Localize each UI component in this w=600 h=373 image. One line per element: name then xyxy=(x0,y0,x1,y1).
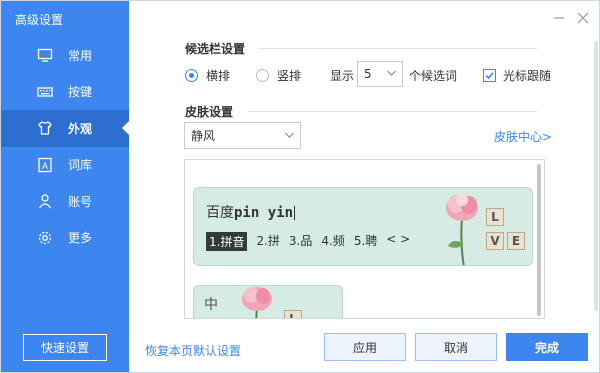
sidebar-item-more[interactable]: 更多 xyxy=(1,220,129,257)
candidate-item: 4.频 xyxy=(321,234,345,248)
quick-settings-button[interactable]: 快速设置 xyxy=(23,334,107,361)
follow-cursor-checkbox[interactable]: 光标跟随 xyxy=(483,67,551,84)
skin-preview: 百度pin yin 1.拼音 2.拼 3.品 4.频 5.聘 < > L V E xyxy=(184,159,545,319)
sidebar-nav: 常用 按键 外观 A 词库 账号 更多 xyxy=(1,37,129,256)
close-icon[interactable] xyxy=(575,10,591,26)
candidate-item: 1.拼音 xyxy=(206,232,248,251)
skin-select[interactable]: 静风 xyxy=(184,122,301,149)
sidebar-item-label: 外观 xyxy=(68,121,93,136)
section-divider xyxy=(248,111,537,112)
orientation-vertical-radio[interactable]: 竖排 xyxy=(256,67,301,84)
sidebar-item-label: 常用 xyxy=(68,48,93,63)
candidate-bar-section-title: 候选栏设置 xyxy=(185,42,246,56)
monitor-icon xyxy=(37,47,53,63)
sidebar-item-label: 更多 xyxy=(68,231,93,246)
app-title: 高级设置 xyxy=(15,13,64,27)
skin-select-value: 静风 xyxy=(191,129,216,143)
preview-scrollbar[interactable] xyxy=(537,164,541,316)
orientation-horizontal-radio[interactable]: 横排 xyxy=(185,67,230,84)
dictionary-icon: A xyxy=(37,157,53,173)
sidebar-item-common[interactable]: 常用 xyxy=(1,37,129,74)
radio-label: 竖排 xyxy=(277,69,302,83)
done-button[interactable]: 完成 xyxy=(506,333,588,361)
candidate-item: 5.聘 xyxy=(353,234,378,248)
letter-tile: L xyxy=(284,310,302,318)
keyboard-icon xyxy=(37,84,53,100)
tshirt-icon xyxy=(37,120,53,136)
sidebar-item-label: 按键 xyxy=(68,85,93,100)
letter-tile: V xyxy=(486,232,504,250)
sidebar-item-account[interactable]: 账号 xyxy=(1,183,129,220)
cancel-button[interactable]: 取消 xyxy=(415,333,497,361)
restore-default-link[interactable]: 恢复本页默认设置 xyxy=(145,342,241,359)
candidate-item: 2.拼 xyxy=(256,234,280,248)
svg-text:A: A xyxy=(42,161,48,171)
checkbox-checked-icon xyxy=(483,69,496,82)
gear-icon xyxy=(37,230,53,246)
display-label: 显示 xyxy=(330,69,355,83)
chevron-down-icon xyxy=(387,66,396,80)
skin-center-link[interactable]: 皮肤中心> xyxy=(494,128,552,145)
sidebar-item-keys[interactable]: 按键 xyxy=(1,74,129,111)
checkbox-label: 光标跟随 xyxy=(503,69,552,83)
content-scrollbar[interactable] xyxy=(594,41,598,311)
skin-preview-horizontal: 百度pin yin 1.拼音 2.拼 3.品 4.频 5.聘 < > L V E xyxy=(193,187,533,266)
flower-decoration-icon xyxy=(446,194,478,265)
flower-decoration-icon xyxy=(242,287,272,318)
sidebar-item-label: 词库 xyxy=(68,158,93,173)
sidebar-item-appearance[interactable]: 外观 xyxy=(1,110,129,147)
page-arrows: < > xyxy=(386,232,411,246)
sidebar: 高级设置 常用 按键 外观 A 词库 账号 更多 快速设置 xyxy=(1,1,129,372)
candidate-count-value: 5 xyxy=(364,67,372,81)
candidate-list: 1.拼音 2.拼 3.品 4.频 5.聘 < > xyxy=(206,232,410,251)
letter-tile: L xyxy=(486,208,504,226)
settings-window: 高级设置 常用 按键 外观 A 词库 账号 更多 快速设置 候选栏设置 横排 竖… xyxy=(0,0,600,373)
radio-unselected-icon xyxy=(256,69,269,82)
user-icon xyxy=(37,193,53,209)
radio-label: 横排 xyxy=(206,69,231,83)
sidebar-item-label: 账号 xyxy=(68,194,93,209)
chevron-down-icon xyxy=(285,127,294,141)
ime-input-char: 中 xyxy=(204,297,218,313)
radio-selected-icon xyxy=(185,69,198,82)
minimize-icon[interactable] xyxy=(551,10,567,26)
candidate-item: 3.品 xyxy=(288,234,313,248)
candidate-count-suffix: 个候选词 xyxy=(409,69,458,83)
ime-input-text: 百度pin yin xyxy=(206,205,296,221)
letter-tile: E xyxy=(507,232,525,250)
skin-section-title: 皮肤设置 xyxy=(185,105,234,119)
sidebar-item-dictionary[interactable]: A 词库 xyxy=(1,147,129,184)
candidate-count-select[interactable]: 5 xyxy=(357,61,403,87)
section-divider xyxy=(259,48,537,49)
skin-preview-vertical: 中 L xyxy=(193,285,343,318)
apply-button[interactable]: 应用 xyxy=(324,333,406,361)
